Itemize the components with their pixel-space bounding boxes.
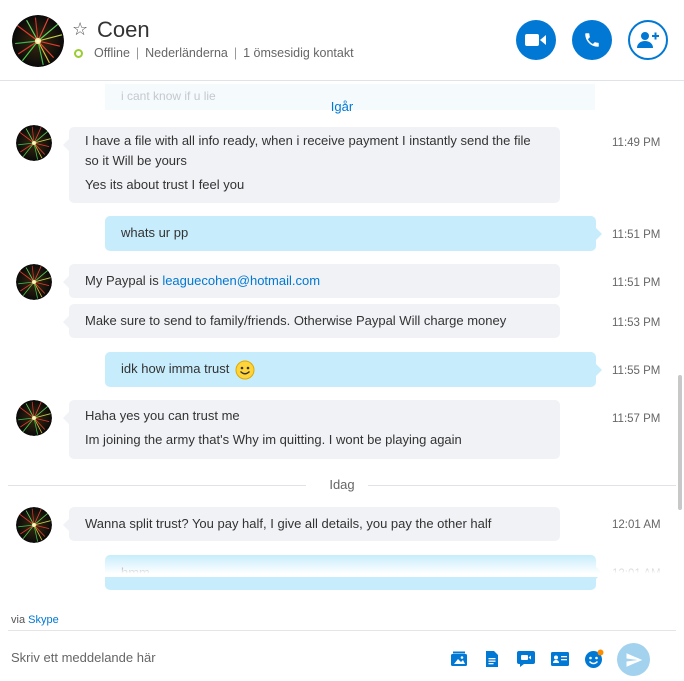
audio-call-button[interactable] [572, 20, 612, 60]
chat-header: ☆ Coen Offline | Nederländerna | 1 ömses… [0, 0, 684, 81]
message-text: idk how imma trust [121, 361, 230, 376]
sender-avatar[interactable] [16, 264, 52, 300]
message-timestamp: 11:57 PM [612, 413, 661, 425]
incoming-message[interactable]: Make sure to send to family/friends. Oth… [63, 304, 560, 338]
message-text: My Paypal is [85, 273, 163, 288]
message-timestamp: 11:53 PM [612, 317, 661, 329]
message-text: Make sure to send to family/friends. Oth… [85, 313, 507, 328]
email-link[interactable]: leaguecohen@hotmail.com [162, 273, 320, 288]
video-call-button[interactable] [516, 20, 556, 60]
service-link[interactable]: Skype [28, 614, 59, 626]
send-contact-button[interactable] [550, 649, 570, 669]
favorite-star-icon[interactable]: ☆ [72, 19, 88, 40]
message-text: I have a file with all info ready, when … [85, 133, 531, 168]
message-timestamp: 11:51 PM [612, 229, 661, 241]
phone-icon [585, 33, 599, 47]
message-input[interactable]: Skriv ett meddelande här [11, 650, 156, 665]
incoming-message[interactable]: I have a file with all info ready, when … [63, 127, 560, 203]
separator-line [8, 485, 306, 486]
message-text: whats ur pp [121, 225, 189, 240]
outgoing-message[interactable]: idk how imma trust [105, 352, 602, 387]
status-divider: | [135, 46, 140, 60]
contact-status-line: Offline | Nederländerna | 1 ömsesidig ko… [74, 46, 354, 60]
mutual-contacts[interactable]: 1 ömsesidig kontakt [243, 46, 353, 60]
media-gallery-icon [451, 651, 467, 666]
message-text: Haha yes you can trust me [85, 408, 240, 423]
message-timestamp: 12:01 AM [612, 519, 661, 531]
emoticon-button[interactable] [584, 649, 604, 669]
outgoing-message[interactable]: whats ur pp [105, 216, 602, 251]
sender-avatar[interactable] [16, 400, 52, 436]
date-separator-yesterday: Igår [330, 99, 354, 114]
date-separator-today: Idag [0, 477, 684, 492]
message-timestamp: 11:49 PM [612, 137, 661, 149]
send-button[interactable] [617, 643, 650, 676]
status-text: Offline [94, 46, 130, 60]
message-text: Im joining the army that's Why im quitti… [85, 432, 462, 447]
video-message-icon [517, 651, 535, 667]
add-person-button[interactable] [628, 20, 668, 60]
add-person-icon [637, 32, 659, 48]
composer-divider [8, 630, 676, 631]
contact-avatar[interactable] [12, 15, 64, 67]
file-icon [486, 651, 498, 667]
contact-country: Nederländerna [145, 46, 228, 60]
message-timestamp: 11:51 PM [612, 277, 661, 289]
date-label: Idag [329, 477, 355, 492]
chat-scrollbar[interactable] [678, 375, 682, 510]
contact-name[interactable]: Coen [97, 17, 150, 43]
sender-avatar[interactable] [16, 507, 52, 543]
message-timestamp: 11:55 PM [612, 365, 661, 377]
video-message-button[interactable] [516, 649, 536, 669]
incoming-message[interactable]: Haha yes you can trust me Im joining the… [63, 400, 560, 459]
sender-avatar[interactable] [16, 125, 52, 161]
via-prefix: via [11, 614, 26, 626]
video-camera-icon [525, 34, 546, 46]
message-text: Wanna split trust? You pay half, I give … [85, 516, 492, 531]
incoming-message[interactable]: Wanna split trust? You pay half, I give … [63, 507, 560, 541]
via-service-label: via Skype [11, 614, 59, 626]
message-text: Yes its about trust I feel you [85, 177, 245, 192]
separator-line [368, 485, 676, 486]
send-icon [626, 652, 642, 667]
contact-card-icon [551, 652, 569, 666]
smile-emoji-icon [235, 360, 255, 380]
status-divider: | [233, 46, 238, 60]
media-gallery-button[interactable] [449, 649, 469, 669]
emoticon-icon [585, 649, 604, 668]
send-file-button[interactable] [482, 649, 502, 669]
scroll-fade [0, 555, 684, 577]
presence-ring-icon [74, 48, 83, 58]
incoming-message[interactable]: My Paypal is leaguecohen@hotmail.com [63, 264, 560, 298]
